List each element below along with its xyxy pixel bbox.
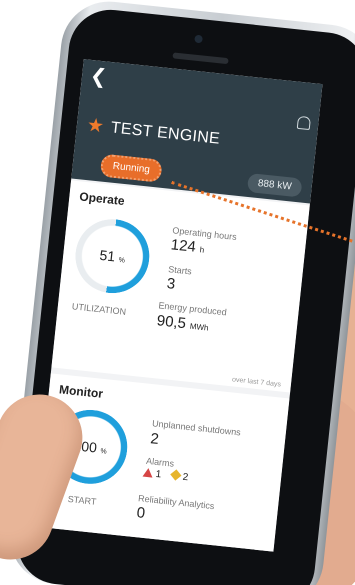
status-badge: Running: [99, 153, 163, 183]
bell-icon[interactable]: [296, 115, 312, 131]
period-note: over last 7 days: [231, 376, 282, 389]
utilization-label: UTILIZATION: [71, 301, 127, 317]
starts-value: 3: [165, 275, 177, 293]
engine-title: TEST ENGINE: [109, 119, 221, 148]
alarm-counts: 1 2: [142, 467, 189, 483]
section-title-monitor: Monitor: [58, 382, 104, 401]
unplanned-shutdowns-label: Unplanned shutdowns: [151, 418, 242, 438]
energy-value: 90,5 MWh: [156, 312, 209, 333]
alarms-label: Alarms: [145, 455, 175, 469]
reliability-analytics-label: Reliability Analytics: [137, 493, 215, 512]
scene: ❮ ★ TEST ENGINE Running 888 kW Operate 5…: [0, 0, 355, 585]
warning-triangle-icon: [142, 467, 154, 478]
power-badge: 888 kW: [246, 172, 303, 198]
star-icon[interactable]: ★: [86, 115, 105, 138]
unplanned-shutdowns-value: 2: [149, 430, 160, 448]
reliability-analytics-value: 0: [135, 504, 146, 522]
chevron-left-icon[interactable]: ❮: [89, 65, 108, 89]
section-title-operate: Operate: [78, 189, 126, 209]
start-reliability-label: START: [67, 493, 97, 507]
diamond-icon: [170, 469, 182, 481]
engine-header: ❮ ★ TEST ENGINE Running 888 kW: [71, 59, 323, 204]
